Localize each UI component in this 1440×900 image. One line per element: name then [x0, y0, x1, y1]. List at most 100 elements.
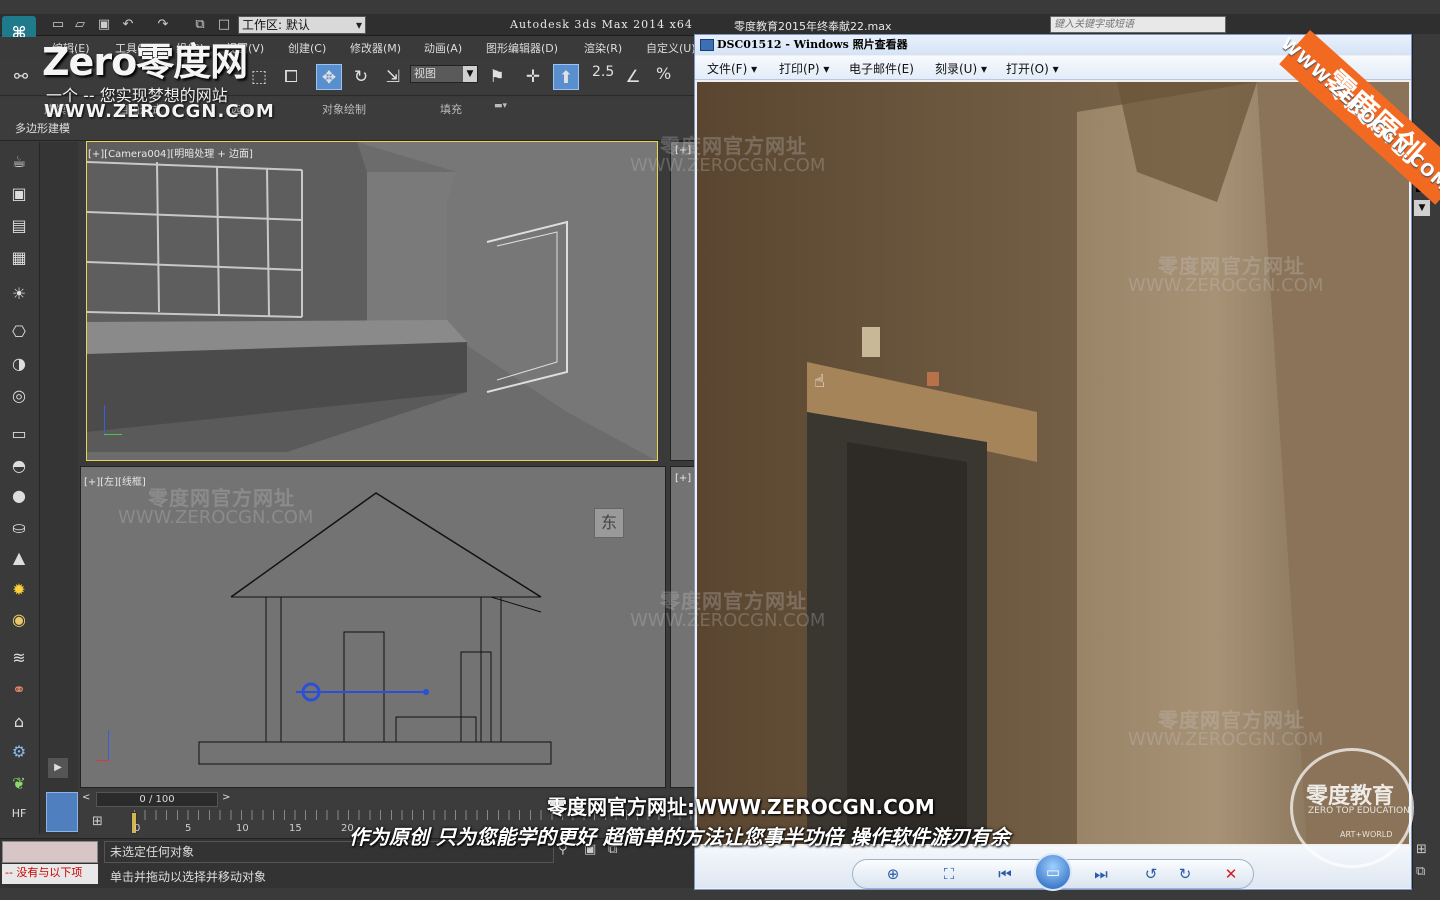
ribbon-options-icon[interactable]: ▬▾	[494, 101, 507, 111]
menu-animation[interactable]: 动画(A)	[424, 40, 462, 56]
box-icon[interactable]: ▭	[6, 422, 32, 446]
sheet-icon[interactable]: ▤	[6, 214, 32, 238]
hair-icon[interactable]: ≋	[6, 646, 32, 670]
disc-icon[interactable]: ◉	[6, 608, 32, 632]
hemisphere-icon[interactable]: ◓	[6, 454, 32, 478]
image-icon[interactable]: ▣	[6, 182, 32, 206]
selection-status: 未选定任何对象	[110, 845, 195, 859]
top-right-viewport[interactable]	[670, 141, 696, 461]
watermark-url: WWW.ZEROCGN.COM	[118, 507, 314, 528]
open-file-icon[interactable]: ▱	[72, 17, 88, 33]
hand-cursor-icon: ☝	[814, 371, 825, 392]
tick-label: 0	[134, 823, 141, 834]
ribbon-tab-object-paint[interactable]: 对象绘制	[322, 101, 366, 117]
cone-icon[interactable]: ▲	[6, 546, 32, 570]
camera-viewport-label[interactable]: [+][Camera004][明暗处理 + 边面]	[88, 145, 253, 160]
plant-icon[interactable]: ❦	[6, 772, 32, 796]
sound-icon[interactable]: ◑	[6, 352, 32, 376]
ribbon-sub-label[interactable]: 多边形建模	[15, 120, 70, 136]
hold-icon[interactable]: ⧉	[192, 17, 208, 33]
molecule-icon[interactable]: ⚭	[6, 678, 32, 702]
document-name: 零度教育2015年终奉献22.max	[734, 20, 892, 33]
tick-label: 15	[289, 823, 302, 834]
help-search-input[interactable]: 键入关键字或短语	[1050, 16, 1226, 33]
film-icon[interactable]: ◎	[6, 384, 32, 408]
teapot-icon[interactable]: ☕	[6, 150, 32, 174]
menu-rendering[interactable]: 渲染(R)	[584, 40, 622, 56]
maxscript-listener[interactable]	[2, 841, 98, 863]
menu-graph-editors[interactable]: 图形编辑器(D)	[486, 40, 558, 56]
watermark-url: WWW.ZEROCGN.COM	[630, 610, 826, 631]
viewer-menu-open[interactable]: 打开(O) ▾	[1006, 60, 1059, 77]
maxscript-output[interactable]: -- 没有与以下项	[2, 864, 98, 884]
keyboard-shortcut-icon[interactable]: ⬆	[553, 64, 579, 90]
menu-create[interactable]: 创建(C)	[288, 40, 326, 56]
scale-icon[interactable]: ⇲	[380, 64, 406, 90]
ribbon-tab-populate[interactable]: 填充	[440, 101, 462, 117]
new-file-icon[interactable]: ▭	[50, 17, 66, 33]
zoom-icon[interactable]: ⊕	[882, 863, 904, 885]
seal-subtitle: ZERO TOP EDUCATION	[1308, 806, 1410, 816]
menu-modifiers[interactable]: 修改器(M)	[350, 40, 401, 56]
move-icon[interactable]: ✥	[316, 64, 342, 90]
viewer-menu-burn[interactable]: 刻录(U) ▾	[935, 60, 987, 77]
sun-icon[interactable]: ✹	[6, 578, 32, 602]
next-icon[interactable]: ⏭	[1090, 863, 1112, 885]
viewer-menu-email-label: 电子邮件(E)	[849, 62, 914, 76]
delete-icon[interactable]: ✕	[1220, 863, 1242, 885]
zoom-extents-icon[interactable]: ⧉	[1416, 864, 1425, 879]
undo-icon[interactable]: ↶	[120, 17, 136, 33]
subtitle-line-1: 零度网官方网址:WWW.ZEROCGN.COM	[547, 795, 935, 819]
time-slider[interactable]: 0 / 100	[96, 792, 218, 807]
window-crossing-icon[interactable]: ⧠	[278, 64, 304, 90]
chevron-down-icon[interactable]: ▼	[1414, 200, 1430, 216]
left-viewport-label[interactable]: [+][左][线框]	[84, 473, 146, 488]
gear-icon[interactable]: ⚙	[6, 740, 32, 764]
actual-size-icon[interactable]: ⛶	[938, 863, 960, 885]
time-prev-icon[interactable]: <	[82, 792, 96, 807]
axis-z-indicator	[108, 730, 109, 760]
rotate-icon[interactable]: ↻	[348, 64, 374, 90]
previous-icon[interactable]: ⏮	[994, 863, 1016, 885]
view-cube[interactable]: 东	[594, 508, 624, 538]
link-icon[interactable]: ⚯	[8, 64, 34, 90]
sphere-icon[interactable]: ●	[6, 484, 32, 508]
grid-sheet-icon[interactable]: ▦	[6, 246, 32, 270]
slideshow-button[interactable]: ▭	[1034, 853, 1072, 891]
tick-label: 10	[236, 823, 249, 834]
reference-coord-dropdown[interactable]: 视图 ▼	[410, 65, 478, 83]
axis-z-indicator	[104, 405, 105, 435]
teapot-object-icon[interactable]: ⛀	[6, 516, 32, 540]
rotate-cw-icon[interactable]: ↻	[1174, 863, 1196, 885]
rotate-ccw-icon[interactable]: ↺	[1140, 863, 1162, 885]
select-manipulate-icon[interactable]: ✛	[520, 64, 546, 90]
viewer-menu-print[interactable]: 打印(P) ▾	[779, 60, 829, 77]
menu-customize[interactable]: 自定义(U)	[646, 40, 696, 56]
viewer-menu-email[interactable]: 电子邮件(E)	[849, 60, 914, 77]
redo-icon[interactable]: ↷	[155, 17, 171, 33]
viewer-menu-file[interactable]: 文件(F) ▾	[707, 60, 757, 77]
bottom-right-viewport-label[interactable]: [+]	[675, 473, 691, 484]
camera-viewport[interactable]	[86, 141, 658, 461]
save-file-icon[interactable]: ▣	[96, 17, 112, 33]
hf-icon[interactable]: HF	[6, 802, 32, 826]
light-bulb-icon[interactable]: ☀	[6, 282, 32, 306]
app-title: Autodesk 3ds Max 2014 x64	[510, 18, 693, 31]
network-icon[interactable]: ⌂	[6, 710, 32, 734]
axis-x-indicator	[95, 760, 109, 761]
workspace-dropdown[interactable]: 工作区: 默认 ▾	[238, 16, 366, 34]
angle-snap-icon[interactable]: ∠	[620, 64, 646, 90]
camera-icon[interactable]: ⎔	[6, 320, 32, 344]
viewer-menu-file-label: 文件(F)	[707, 62, 748, 76]
rect-select-icon[interactable]: ⬚	[246, 64, 272, 90]
snap-toggle[interactable]: 2.5	[592, 64, 614, 80]
track-bar-icon[interactable]: ⊞	[92, 814, 103, 829]
fetch-icon[interactable]: □	[216, 17, 232, 33]
time-next-icon[interactable]: >	[222, 792, 236, 807]
maximize-viewport-icon[interactable]: ⊞	[1416, 842, 1427, 857]
expand-panel-icon[interactable]: ▶	[48, 758, 68, 778]
percent-snap-toggle[interactable]: %	[656, 64, 671, 83]
viewport-layout-icon[interactable]	[46, 792, 78, 832]
pivot-icon[interactable]: ⚑	[484, 64, 510, 90]
watermark-url: WWW.ZEROCGN.COM	[1128, 729, 1324, 750]
